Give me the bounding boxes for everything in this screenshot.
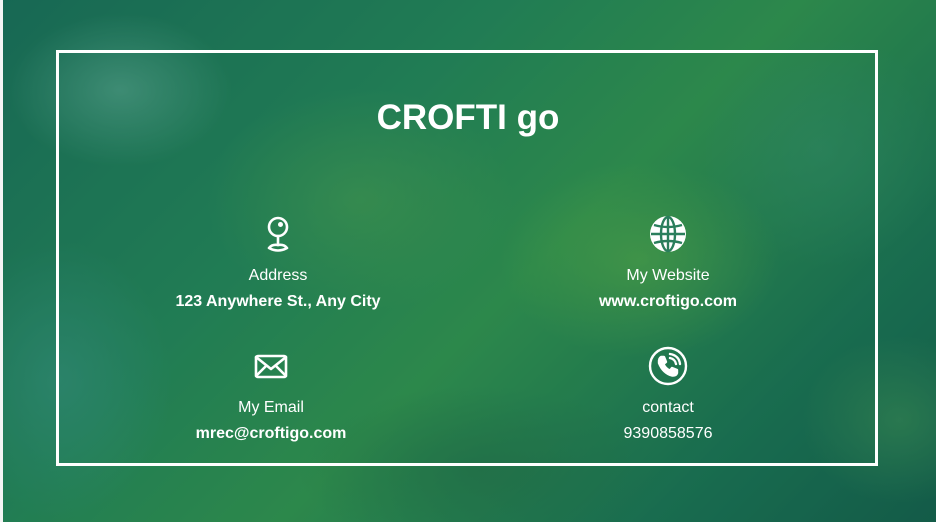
website-block: My Website www.croftigo.com [488,214,848,312]
business-card-background: CROFTI go Address 123 Anywhere St., Any … [0,0,936,522]
address-value: 123 Anywhere St., Any City [175,293,381,310]
envelope-icon [254,354,288,379]
email-label: My Email [238,399,304,416]
globe-icon [650,215,686,253]
email-value[interactable]: mrec@croftigo.com [91,424,451,444]
contact-value[interactable]: 9390858576 [488,424,848,444]
address-label: Address [248,267,308,284]
location-pin-icon [267,216,289,252]
website-label: My Website [626,267,710,284]
contact-label: contact [642,399,694,416]
address-block: Address 123 Anywhere St., Any City [98,214,458,312]
website-value[interactable]: www.croftigo.com [488,292,848,312]
phone-icon [648,346,688,386]
email-block: My Email mrec@croftigo.com [91,346,451,444]
contact-block: contact 9390858576 [488,346,848,444]
brand-title: CROFTI go [376,98,560,137]
